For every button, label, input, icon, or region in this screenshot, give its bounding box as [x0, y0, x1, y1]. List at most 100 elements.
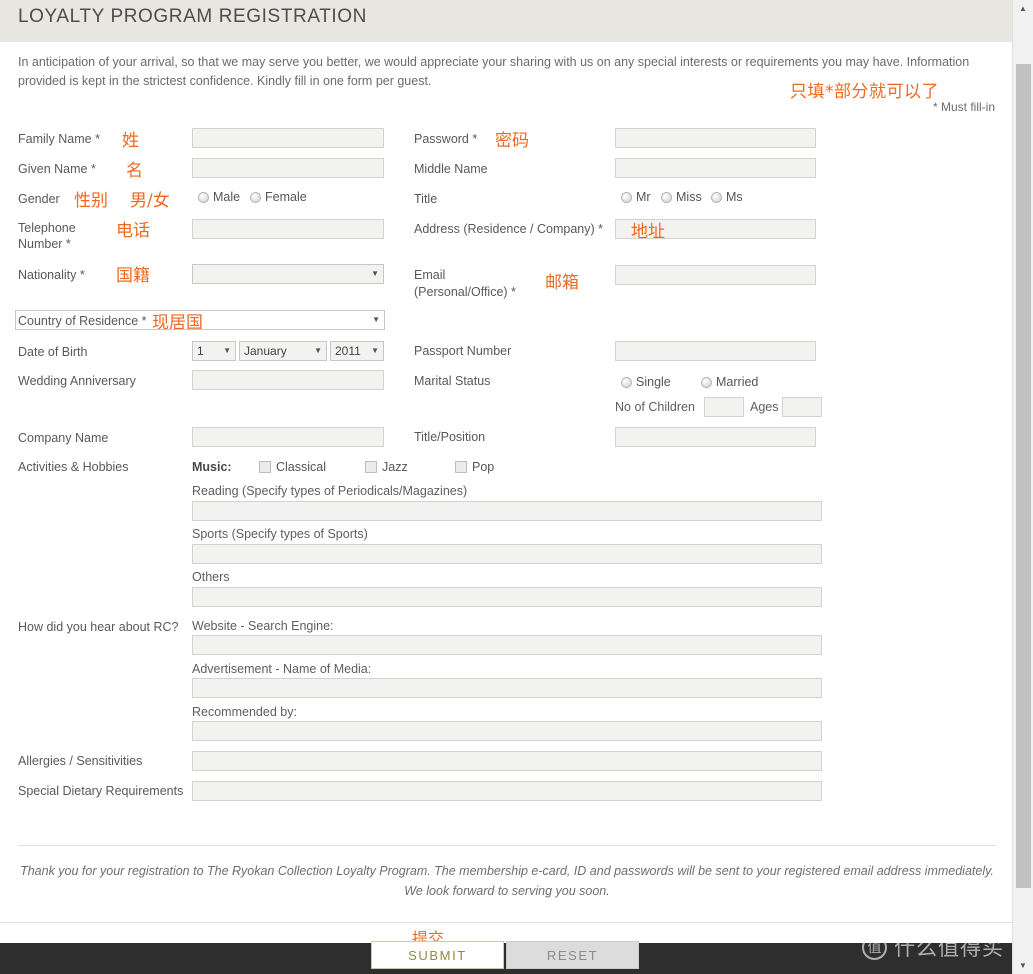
music-checkbox-jazz[interactable]: Jazz: [365, 460, 408, 474]
family-name-input[interactable]: [192, 128, 384, 148]
radio-icon-miss[interactable]: [661, 191, 672, 203]
annotation-telephone: 电话: [116, 221, 150, 241]
dob-year-value: 2011: [335, 344, 361, 358]
given-name-input[interactable]: [192, 158, 384, 178]
title-option-miss-label: Miss: [676, 190, 702, 204]
website-search-engine-input[interactable]: [192, 635, 822, 655]
label-address: Address (Residence / Company) *: [414, 222, 603, 236]
annotation-given-name: 名: [126, 161, 143, 181]
checkbox-icon-pop[interactable]: [455, 461, 467, 473]
gender-radio-female[interactable]: Female: [250, 190, 307, 204]
watermark: 值 什么值得买: [862, 932, 1004, 962]
label-nationality: Nationality *: [18, 268, 85, 282]
thank-you-message: Thank you for your registration to The R…: [20, 864, 994, 898]
label-email-line1: Email: [414, 268, 446, 282]
ages-input[interactable]: [782, 397, 822, 417]
annotation-nationality: 国籍: [116, 266, 150, 286]
label-gender: Gender: [18, 192, 60, 206]
label-reading: Reading (Specify types of Periodicals/Ma…: [192, 484, 468, 498]
radio-icon-single[interactable]: [621, 376, 632, 388]
recommended-by-input[interactable]: [192, 721, 822, 741]
label-wedding-anniversary: Wedding Anniversary: [18, 374, 136, 388]
radio-icon-ms[interactable]: [711, 191, 722, 203]
scroll-down-arrow-icon[interactable]: ▼: [1013, 957, 1033, 974]
label-others: Others: [192, 570, 230, 584]
scrollbar-thumb[interactable]: [1016, 64, 1031, 888]
title-radio-ms[interactable]: Ms: [711, 190, 743, 204]
footer-divider-bottom: [0, 922, 1012, 923]
chevron-down-icon: ▼: [223, 346, 231, 355]
passport-number-input[interactable]: [615, 341, 816, 361]
label-sports: Sports (Specify types of Sports): [192, 527, 368, 541]
title-radio-miss[interactable]: Miss: [661, 190, 702, 204]
label-date-of-birth: Date of Birth: [18, 345, 88, 359]
music-checkbox-classical[interactable]: Classical: [259, 460, 326, 474]
dob-year-select[interactable]: 2011 ▼: [330, 341, 384, 361]
password-input[interactable]: [615, 128, 816, 148]
others-input[interactable]: [192, 587, 822, 607]
title-position-input[interactable]: [615, 427, 816, 447]
music-option-classical-label: Classical: [276, 460, 327, 474]
nationality-select[interactable]: ▼: [192, 264, 384, 284]
music-option-pop-label: Pop: [472, 460, 495, 474]
wedding-anniversary-input[interactable]: [192, 370, 384, 390]
checkbox-icon-jazz[interactable]: [365, 461, 377, 473]
reset-button[interactable]: RESET: [506, 941, 639, 969]
radio-icon-mr[interactable]: [621, 191, 632, 203]
marital-radio-single[interactable]: Single: [621, 375, 671, 389]
scroll-up-arrow-icon[interactable]: ▲: [1013, 0, 1033, 17]
label-password: Password *: [414, 132, 478, 146]
no-of-children-input[interactable]: [704, 397, 744, 417]
annotation-family-name: 姓: [122, 131, 139, 151]
sports-input[interactable]: [192, 544, 822, 564]
reading-input[interactable]: [192, 501, 822, 521]
label-recommended-by: Recommended by:: [192, 705, 297, 719]
label-activities-hobbies: Activities & Hobbies: [18, 460, 129, 474]
title-option-ms-label: Ms: [726, 190, 743, 204]
label-marital-status: Marital Status: [414, 374, 491, 388]
watermark-text: 什么值得买: [894, 936, 1004, 960]
label-music: Music:: [192, 460, 232, 474]
label-company-name: Company Name: [18, 431, 109, 445]
radio-icon-female[interactable]: [250, 191, 261, 203]
label-special-dietary: Special Dietary Requirements: [18, 784, 184, 798]
vertical-scrollbar[interactable]: ▲ ▼: [1012, 0, 1033, 974]
marital-radio-married[interactable]: Married: [701, 375, 758, 389]
radio-icon-married[interactable]: [701, 376, 712, 388]
company-name-input[interactable]: [192, 427, 384, 447]
dob-day-select[interactable]: 1 ▼: [192, 341, 236, 361]
dob-month-value: January: [244, 344, 287, 358]
label-no-of-children: No of Children: [615, 400, 695, 414]
special-dietary-input[interactable]: [192, 781, 822, 801]
country-of-residence-select[interactable]: ▼: [15, 310, 385, 330]
advertisement-input[interactable]: [192, 678, 822, 698]
marital-option-single-label: Single: [636, 375, 671, 389]
email-input[interactable]: [615, 265, 816, 285]
label-middle-name: Middle Name: [414, 162, 488, 176]
registration-form: Family Name * 姓 Given Name * 名 Gender 性别…: [0, 120, 1012, 835]
gender-radio-male[interactable]: Male: [198, 190, 240, 204]
telephone-input[interactable]: [192, 219, 384, 239]
submit-button[interactable]: SUBMIT: [371, 941, 504, 969]
label-how-did-you-hear: How did you hear about RC?: [18, 620, 179, 634]
title-option-mr-label: Mr: [636, 190, 651, 204]
label-telephone-number: Telephone Number *: [18, 221, 76, 251]
label-allergies: Allergies / Sensitivities: [18, 754, 143, 768]
must-fill-in-note: * Must fill-in: [932, 100, 995, 114]
dob-month-select[interactable]: January ▼: [239, 341, 327, 361]
title-radio-mr[interactable]: Mr: [621, 190, 651, 204]
gender-option-female-label: Female: [265, 190, 307, 204]
music-option-jazz-label: Jazz: [382, 460, 408, 474]
radio-icon-male[interactable]: [198, 191, 209, 203]
checkbox-icon-classical[interactable]: [259, 461, 271, 473]
annotation-password: 密码: [495, 131, 529, 151]
gender-option-male-label: Male: [213, 190, 241, 204]
middle-name-input[interactable]: [615, 158, 816, 178]
label-advertisement: Advertisement - Name of Media:: [192, 662, 372, 676]
marital-option-married-label: Married: [716, 375, 759, 389]
annotation-gender-options: 男/女: [130, 191, 170, 211]
allergies-input[interactable]: [192, 751, 822, 771]
music-checkbox-pop[interactable]: Pop: [455, 460, 494, 474]
dob-day-value: 1: [197, 344, 204, 358]
chevron-down-icon: ▼: [371, 269, 379, 278]
